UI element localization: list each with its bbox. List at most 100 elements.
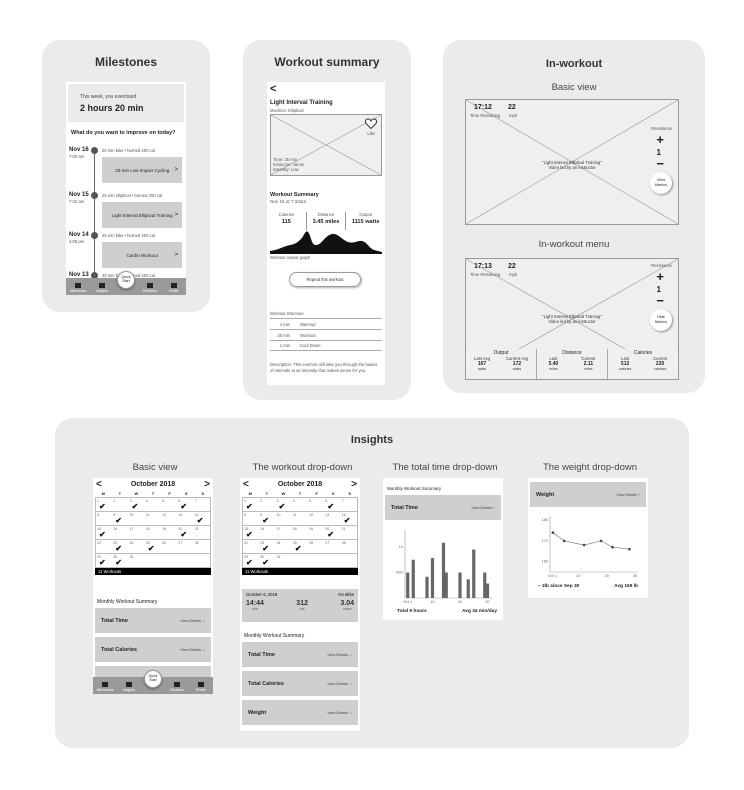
repeat-workout-button[interactable]: Repeat this workout — [289, 272, 361, 287]
workout-card[interactable]: Light Interval Elliptical Training > — [102, 202, 182, 228]
calendar-day[interactable]: 31 — [129, 554, 145, 567]
nav-profile[interactable]: Profile — [191, 682, 211, 692]
quick-start-button[interactable]: Quick Start — [144, 670, 162, 688]
calendar-day[interactable]: 7 — [341, 498, 357, 511]
prev-month-button[interactable]: < — [243, 479, 249, 490]
calendar-day[interactable]: 21 — [194, 526, 210, 539]
calendar-day[interactable]: 6 ✔ — [324, 498, 340, 511]
calendar-day[interactable]: 28 — [341, 540, 357, 553]
resistance-plus-button[interactable]: + — [656, 269, 664, 284]
calendar-day[interactable]: 16 — [112, 526, 128, 539]
next-month-button[interactable]: > — [351, 479, 357, 490]
workout-detail[interactable]: October 6, 2018 On Bike 14:44 min 312 cal 3.… — [242, 589, 358, 622]
view-details-link[interactable]: View Details ⌵ — [327, 711, 352, 715]
calendar-day[interactable]: 27 — [177, 540, 193, 553]
accordion-total-time-open[interactable]: Total Time View Details ^ — [385, 495, 501, 520]
video-thumbnail[interactable]: Like Time: 25 min Instructor: Jamie Inte… — [270, 114, 382, 176]
calendar-day[interactable]: 1 ✔ — [243, 498, 259, 511]
calendar-day[interactable]: 16 — [259, 526, 275, 539]
nav-profile[interactable]: Profile — [164, 283, 184, 293]
calendar-day[interactable]: 14 ✔ — [194, 512, 210, 525]
view-details-link[interactable]: View Details ⌵ — [180, 619, 205, 623]
calendar-day[interactable]: 8 — [96, 512, 112, 525]
calendar-day[interactable]: 9 ✔ — [259, 512, 275, 525]
nav-routines[interactable]: Routines — [167, 682, 187, 692]
calendar-day[interactable]: 5 — [161, 498, 177, 511]
calendar-day[interactable]: 24 — [129, 540, 145, 553]
calendar-day[interactable]: 29 ✔ — [243, 554, 259, 567]
calendar-day[interactable]: 8 — [243, 512, 259, 525]
accordion-total-time[interactable]: Total Time View Details ⌵ — [95, 608, 211, 633]
calendar-day[interactable]: 18 — [145, 526, 161, 539]
quick-start-button[interactable]: Quick Start — [117, 271, 135, 289]
calendar-day[interactable]: 13 — [177, 512, 193, 525]
view-details-link[interactable]: View Details ^ — [616, 493, 640, 497]
calendar-day[interactable]: 30 ✔ — [112, 554, 128, 567]
calendar-day[interactable]: 5 — [308, 498, 324, 511]
calendar-day[interactable]: 7 — [194, 498, 210, 511]
calendar-day[interactable]: 15 ✔ — [243, 526, 259, 539]
view-details-link[interactable]: View Details ⌵ — [327, 653, 352, 657]
calendar-day[interactable]: 24 — [276, 540, 292, 553]
calendar-day[interactable]: 14 ✔ — [341, 512, 357, 525]
calendar-day[interactable]: 3 ✔ — [276, 498, 292, 511]
nav-insights[interactable]: Insights — [119, 682, 139, 692]
calendar-day[interactable]: 10 — [276, 512, 292, 525]
calendar-day[interactable]: 12 — [161, 512, 177, 525]
calendar-day[interactable]: 11 — [145, 512, 161, 525]
calendar-day[interactable]: 4 — [145, 498, 161, 511]
prev-month-button[interactable]: < — [96, 479, 102, 490]
calendar-day[interactable]: 26 — [308, 540, 324, 553]
calendar-day[interactable]: 1 ✔ — [96, 498, 112, 511]
resistance-minus-button[interactable]: − — [656, 293, 664, 308]
calendar-day[interactable]: 9 ✔ — [112, 512, 128, 525]
calendar-day[interactable]: 19 — [161, 526, 177, 539]
calendar-day[interactable]: 28 — [194, 540, 210, 553]
back-button[interactable]: < — [270, 83, 276, 95]
calendar-day[interactable]: 3 ✔ — [129, 498, 145, 511]
heart-icon[interactable] — [365, 118, 377, 129]
calendar-day[interactable]: 18 — [292, 526, 308, 539]
calendar-day[interactable]: 21 — [341, 526, 357, 539]
calendar-day[interactable]: 25 ✔ — [292, 540, 308, 553]
calendar-day[interactable]: 27 — [324, 540, 340, 553]
calendar-day[interactable]: 22 — [243, 540, 259, 553]
calendar-day[interactable]: 20 ✔ — [177, 526, 193, 539]
calendar-day[interactable]: 10 — [129, 512, 145, 525]
calendar-day[interactable]: 2 — [259, 498, 275, 511]
accordion-weight-open[interactable]: Weight View Details ^ — [530, 482, 646, 507]
nav-routines[interactable]: Routines — [140, 283, 160, 293]
calendar-day[interactable]: 6 ✔ — [177, 498, 193, 511]
calendar-day[interactable]: 17 — [276, 526, 292, 539]
view-details-link[interactable]: View Details ⌵ — [180, 648, 205, 652]
view-details-link[interactable]: View Details ⌵ — [327, 682, 352, 686]
calendar-day[interactable]: 26 — [161, 540, 177, 553]
nav-milestones[interactable]: Milestones — [95, 682, 115, 692]
nav-milestones[interactable]: Milestones — [68, 283, 88, 293]
accordion-total-time[interactable]: Total Time View Details ⌵ — [242, 642, 358, 667]
calendar-day[interactable]: 22 — [96, 540, 112, 553]
calendar-day[interactable]: 23 ✔ — [112, 540, 128, 553]
accordion-total-calories[interactable]: Total Calories View Details ⌵ — [95, 637, 211, 662]
view-details-link[interactable]: View Details ^ — [471, 506, 495, 510]
calendar-day[interactable]: 30 ✔ — [259, 554, 275, 567]
resistance-plus-button[interactable]: + — [656, 132, 664, 147]
calendar-day[interactable]: 20 ✔ — [324, 526, 340, 539]
calendar-day[interactable]: 25 ✔ — [145, 540, 161, 553]
workout-card[interactable]: Cardio Workout > — [102, 242, 182, 268]
calendar-day[interactable]: 12 — [308, 512, 324, 525]
calendar-day[interactable]: 4 — [292, 498, 308, 511]
calendar-day[interactable]: 15 ✔ — [96, 526, 112, 539]
calendar-day[interactable]: 2 — [112, 498, 128, 511]
calendar-day[interactable]: 11 — [292, 512, 308, 525]
calendar-day[interactable]: 17 — [129, 526, 145, 539]
next-month-button[interactable]: > — [204, 479, 210, 490]
workout-card[interactable]: 20-min Low Impact Cycling > — [102, 157, 182, 183]
accordion-total-calories[interactable]: Total Calories View Details ⌵ — [242, 671, 358, 696]
nav-insights[interactable]: Insights — [92, 283, 112, 293]
calendar-day[interactable]: 13 — [324, 512, 340, 525]
calendar-day[interactable]: 19 — [308, 526, 324, 539]
calendar-day[interactable]: 31 — [276, 554, 292, 567]
view-metrics-button[interactable]: View Metrics — [650, 172, 672, 194]
accordion-weight[interactable]: Weight View Details ⌵ — [242, 700, 358, 725]
